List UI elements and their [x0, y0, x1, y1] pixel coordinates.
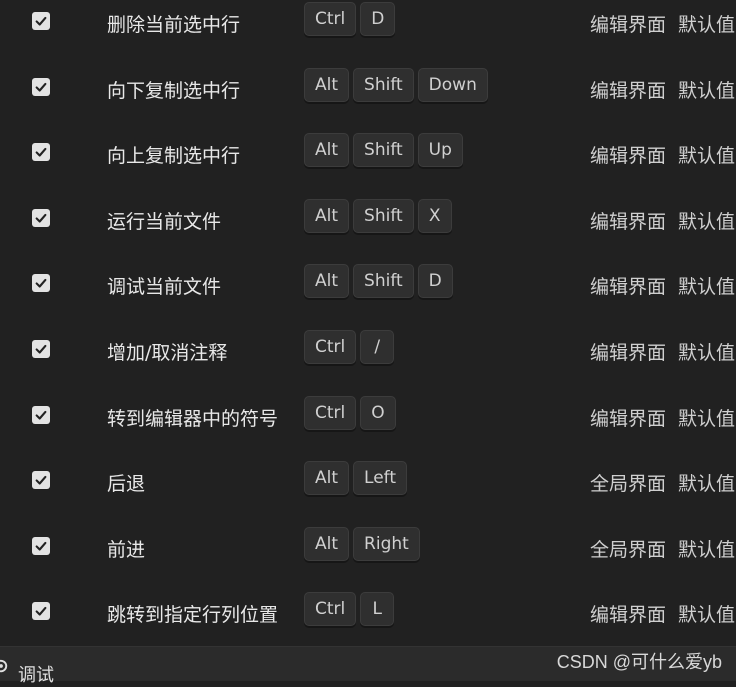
check-icon	[35, 147, 47, 157]
command-label: 后退	[107, 473, 146, 495]
check-icon	[35, 541, 47, 551]
key-cap: L	[360, 592, 395, 626]
check-icon	[35, 82, 47, 92]
key-cap: Shift	[353, 199, 414, 233]
key-cap: Alt	[304, 133, 350, 167]
key-cap: D	[360, 2, 396, 36]
keybinding[interactable]: Ctrl L	[304, 592, 395, 626]
key-cap: X	[417, 199, 452, 233]
keybinding[interactable]: Alt Shift Down	[304, 68, 488, 102]
check-icon	[35, 606, 47, 616]
shortcut-row[interactable]: 向上复制选中行 Alt Shift Up 编辑界面 默认值	[0, 131, 736, 175]
enabled-checkbox[interactable]	[32, 471, 50, 489]
shortcut-row[interactable]: 转到编辑器中的符号 Ctrl O 编辑界面 默认值	[0, 394, 736, 438]
source-label: 默认值	[678, 145, 736, 167]
shortcut-row[interactable]: 向下复制选中行 Alt Shift Down 编辑界面 默认值	[0, 66, 736, 110]
keybinding[interactable]: Alt Shift X	[304, 199, 452, 233]
shortcut-row[interactable]: 前进 Alt Right 全局界面 默认值	[0, 525, 736, 569]
key-cap: Shift	[353, 133, 414, 167]
source-label: 默认值	[678, 14, 736, 36]
key-cap: Alt	[304, 199, 350, 233]
gear-icon	[0, 659, 8, 673]
key-cap: /	[360, 330, 395, 364]
key-cap: Shift	[353, 68, 414, 102]
enabled-checkbox[interactable]	[32, 78, 50, 96]
source-label: 默认值	[678, 276, 736, 298]
key-cap: O	[360, 396, 396, 430]
keybinding[interactable]: Ctrl O	[304, 396, 396, 430]
shortcut-row[interactable]: 运行当前文件 Alt Shift X 编辑界面 默认值	[0, 197, 736, 241]
source-label: 默认值	[678, 408, 736, 430]
command-label: 运行当前文件	[107, 211, 222, 233]
enabled-checkbox[interactable]	[32, 406, 50, 424]
key-cap: D	[417, 264, 453, 298]
keybinding[interactable]: Alt Left	[304, 461, 408, 495]
check-icon	[35, 213, 47, 223]
enabled-checkbox[interactable]	[32, 209, 50, 227]
key-cap: Ctrl	[304, 396, 357, 430]
command-label: 删除当前选中行	[107, 14, 241, 36]
command-label: 前进	[107, 539, 146, 561]
command-label: 跳转到指定行列位置	[107, 604, 279, 626]
keybinding[interactable]: Alt Shift Up	[304, 133, 463, 167]
key-cap: Alt	[304, 527, 350, 561]
command-label: 调试当前文件	[107, 276, 222, 298]
enabled-checkbox[interactable]	[32, 340, 50, 358]
scope-label: 编辑界面	[590, 342, 667, 364]
key-cap: Up	[417, 133, 463, 167]
scope-label: 编辑界面	[590, 408, 667, 430]
scope-label: 编辑界面	[590, 276, 667, 298]
key-cap: Shift	[353, 264, 414, 298]
source-label: 默认值	[678, 342, 736, 364]
check-icon	[35, 16, 47, 26]
command-label: 向下复制选中行	[107, 80, 241, 102]
scope-label: 编辑界面	[590, 604, 667, 626]
scope-label: 全局界面	[590, 539, 667, 561]
enabled-checkbox[interactable]	[32, 143, 50, 161]
command-label: 增加/取消注释	[107, 342, 228, 364]
keybinding[interactable]: Alt Shift D	[304, 264, 453, 298]
keybinding[interactable]: Ctrl D	[304, 2, 396, 36]
watermark: CSDN @可什么爱yb	[556, 652, 722, 672]
check-icon	[35, 475, 47, 485]
scope-label: 编辑界面	[590, 14, 667, 36]
shortcut-row[interactable]: 调试当前文件 Alt Shift D 编辑界面 默认值	[0, 262, 736, 306]
enabled-checkbox[interactable]	[32, 274, 50, 292]
scope-label: 编辑界面	[590, 145, 667, 167]
source-label: 默认值	[678, 211, 736, 233]
keybinding[interactable]: Alt Right	[304, 527, 420, 561]
scope-label: 全局界面	[590, 473, 667, 495]
shortcut-row[interactable]: 后退 Alt Left 全局界面 默认值	[0, 459, 736, 503]
key-cap: Alt	[304, 68, 350, 102]
key-cap: Left	[353, 461, 408, 495]
key-cap: Down	[417, 68, 488, 102]
enabled-checkbox[interactable]	[32, 602, 50, 620]
scope-label: 编辑界面	[590, 80, 667, 102]
key-cap: Right	[353, 527, 420, 561]
key-cap: Ctrl	[304, 330, 357, 364]
check-icon	[35, 278, 47, 288]
enabled-checkbox[interactable]	[32, 12, 50, 30]
section-label: 调试	[18, 665, 54, 686]
check-icon	[35, 410, 47, 420]
source-label: 默认值	[678, 539, 736, 561]
shortcut-row[interactable]: 增加/取消注释 Ctrl / 编辑界面 默认值	[0, 328, 736, 372]
shortcut-row[interactable]: 跳转到指定行列位置 Ctrl L 编辑界面 默认值	[0, 590, 736, 634]
key-cap: Ctrl	[304, 592, 357, 626]
source-label: 默认值	[678, 473, 736, 495]
command-label: 转到编辑器中的符号	[107, 408, 279, 430]
enabled-checkbox[interactable]	[32, 537, 50, 555]
keybinding[interactable]: Ctrl /	[304, 330, 395, 364]
key-cap: Alt	[304, 264, 350, 298]
key-cap: Alt	[304, 461, 350, 495]
source-label: 默认值	[678, 80, 736, 102]
command-label: 向上复制选中行	[107, 145, 241, 167]
shortcut-row[interactable]: 删除当前选中行 Ctrl D 编辑界面 默认值	[0, 0, 736, 44]
key-cap: Ctrl	[304, 2, 357, 36]
check-icon	[35, 344, 47, 354]
scope-label: 编辑界面	[590, 211, 667, 233]
source-label: 默认值	[678, 604, 736, 626]
